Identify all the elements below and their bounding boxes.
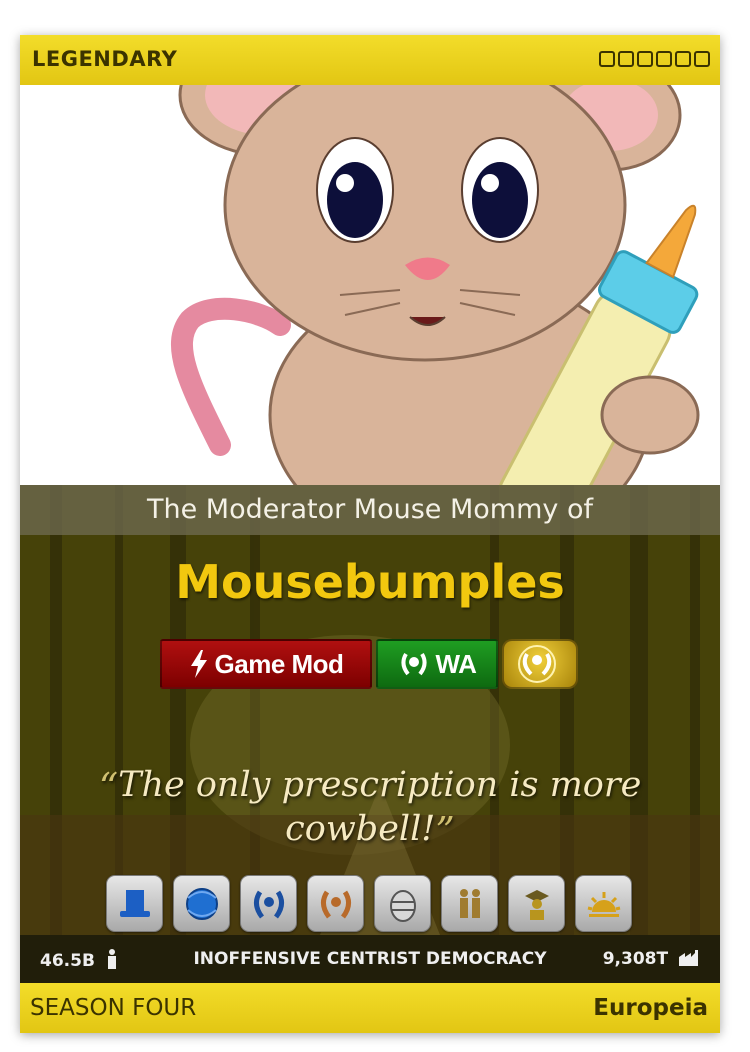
close-quote: ”	[435, 809, 455, 853]
graduate-icon[interactable]	[508, 875, 565, 932]
slot-box	[599, 51, 615, 67]
nation-motto: “The only prescription is more cowbell!”	[20, 765, 720, 853]
family-icon[interactable]	[441, 875, 498, 932]
top-hat-icon[interactable]	[106, 875, 163, 932]
slot-box	[656, 51, 672, 67]
game-mod-label: Game Mod	[214, 648, 344, 679]
gold-laurel-icon	[518, 645, 556, 683]
badge-row: Game Mod WA	[160, 639, 578, 689]
sunrise-icon[interactable]	[575, 875, 632, 932]
gdp-value: 9,308T	[602, 949, 669, 969]
card-slot-indicators	[599, 51, 710, 67]
wa-label: WA	[435, 648, 477, 679]
laurel-badge[interactable]	[502, 639, 578, 689]
wa-laurel-icon	[401, 652, 427, 676]
nation-flag-image	[20, 85, 720, 485]
motto-text: The only prescription is more cowbell!	[118, 765, 642, 849]
nation-name[interactable]: Mousebumples	[20, 555, 720, 609]
slot-box	[618, 51, 634, 67]
region-link[interactable]: Europeia	[593, 995, 708, 1021]
card-lower-background	[20, 485, 720, 935]
trophy-row	[106, 875, 632, 932]
open-quote: “	[98, 765, 119, 809]
laurel-blue-icon[interactable]	[240, 875, 297, 932]
lightning-icon	[190, 650, 207, 678]
laurel-bronze-icon[interactable]	[307, 875, 364, 932]
slot-box	[637, 51, 653, 67]
game-mod-badge[interactable]: Game Mod	[160, 639, 372, 689]
forest-background	[20, 485, 720, 935]
card-header-bar: LEGENDARY	[20, 35, 720, 85]
rarity-label: LEGENDARY	[32, 47, 178, 71]
egg-icon[interactable]	[374, 875, 431, 932]
slot-box	[694, 51, 710, 67]
wa-badge[interactable]: WA	[376, 639, 498, 689]
factory-icon	[679, 950, 698, 966]
stats-bar: 46.5B INOFFENSIVE CENTRIST DEMOCRACY 9,3…	[20, 935, 720, 983]
globe-icon[interactable]	[173, 875, 230, 932]
trading-card[interactable]: LEGENDARY The Moderator Mouse Mommy of M…	[20, 35, 720, 1033]
season-label: SEASON FOUR	[30, 995, 197, 1021]
slot-box	[675, 51, 691, 67]
gdp-stat: 9,308T	[603, 949, 700, 969]
nation-pretitle: The Moderator Mouse Mommy of	[20, 485, 720, 535]
card-footer-bar: SEASON FOUR Europeia	[20, 983, 720, 1033]
mouse-illustration	[171, 85, 700, 485]
